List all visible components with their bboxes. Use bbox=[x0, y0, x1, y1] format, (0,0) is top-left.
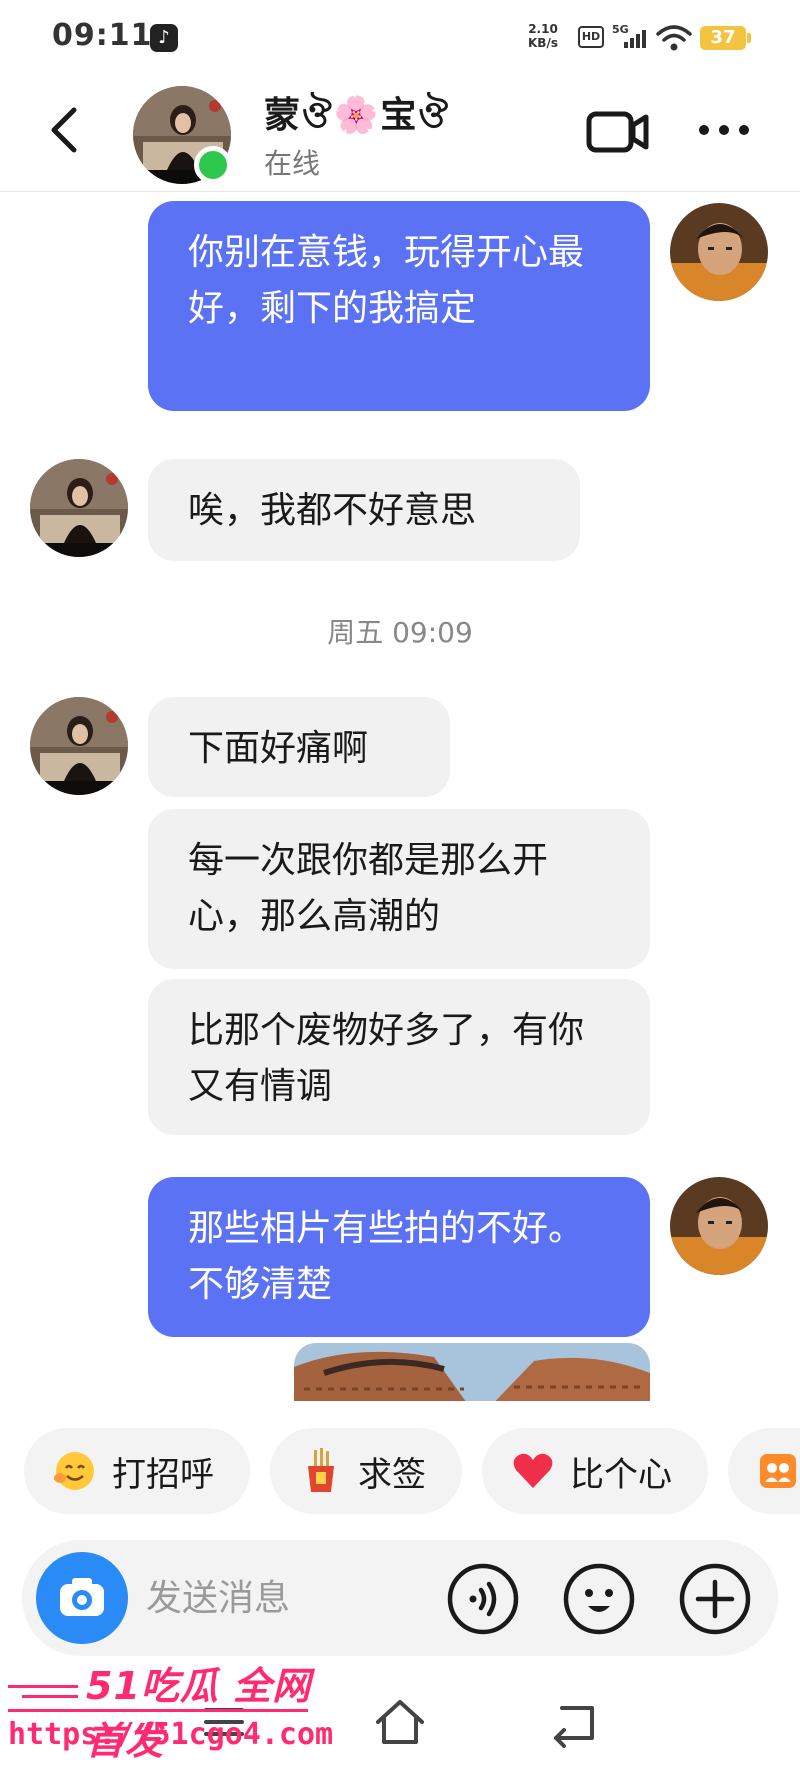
heart-icon bbox=[513, 1453, 553, 1488]
signal-5g-icon: 5G bbox=[612, 23, 646, 48]
watermark: 51吃瓜 全网首发 https://51cgo4.com bbox=[0, 1655, 340, 1778]
quick-reply-fortune[interactable]: 求签 bbox=[270, 1428, 462, 1514]
contact-online-status: 在线 bbox=[264, 147, 321, 180]
incoming-message[interactable]: 下面好痛啊 bbox=[148, 697, 450, 797]
wifi-icon bbox=[656, 25, 692, 51]
message-text: 唉，我都不好意思 bbox=[188, 490, 477, 531]
message-composer bbox=[22, 1540, 778, 1656]
tiktok-notification-icon: ♪ bbox=[150, 24, 178, 52]
add-attachment-button[interactable] bbox=[678, 1562, 752, 1636]
watermark-url: https://51cgo4.com bbox=[8, 1717, 334, 1752]
outgoing-message[interactable]: 你别在意钱，玩得开心最好，剩下的我搞定 bbox=[148, 201, 650, 411]
chat-header: 蒙ঔ🌸宝ঔ 在线 bbox=[0, 72, 800, 192]
home-icon[interactable] bbox=[372, 1694, 428, 1750]
online-status-dot bbox=[194, 146, 232, 184]
battery-indicator: 37 bbox=[700, 26, 751, 50]
quick-reply-bar[interactable]: 打招呼 求签 比个心 bbox=[0, 1428, 800, 1514]
svg-text:5G: 5G bbox=[612, 23, 629, 36]
back-nav-icon[interactable] bbox=[548, 1694, 604, 1750]
hd-voice-icon: HD bbox=[578, 26, 604, 48]
network-speed: 2.10 KB/s bbox=[528, 22, 558, 50]
my-avatar[interactable] bbox=[670, 203, 768, 301]
incoming-message[interactable]: 每一次跟你都是那么开心，那么高潮的 bbox=[148, 809, 650, 969]
photo-message-thumbnail[interactable] bbox=[294, 1343, 650, 1401]
message-text: 比那个废物好多了，有你又有情调 bbox=[188, 1010, 585, 1107]
incoming-message[interactable]: 比那个废物好多了，有你又有情调 bbox=[148, 979, 650, 1135]
quick-reply-heart[interactable]: 比个心 bbox=[482, 1428, 708, 1514]
more-options-icon[interactable] bbox=[694, 120, 754, 140]
time-divider: 周五 09:09 bbox=[327, 616, 473, 649]
outgoing-message[interactable]: 那些相片有些拍的不好。不够清楚 bbox=[148, 1177, 650, 1337]
smiley-wave-icon bbox=[54, 1452, 94, 1490]
incoming-message[interactable]: 唉，我都不好意思 bbox=[148, 459, 580, 561]
message-text: 下面好痛啊 bbox=[188, 728, 369, 769]
message-text: 那些相片有些拍的不好。不够清楚 bbox=[188, 1208, 585, 1305]
message-text: 每一次跟你都是那么开心，那么高潮的 bbox=[188, 840, 549, 937]
message-input[interactable] bbox=[146, 1570, 446, 1626]
chip-label: 求签 bbox=[358, 1454, 426, 1495]
back-arrow-icon[interactable] bbox=[40, 102, 90, 158]
quick-reply-photo[interactable] bbox=[728, 1428, 800, 1514]
emoji-button[interactable] bbox=[562, 1562, 636, 1636]
message-list[interactable]: 你别在意钱，玩得开心最好，剩下的我搞定 唉，我都不好意思 周五 09:09 下面… bbox=[0, 193, 800, 1401]
camera-button[interactable] bbox=[36, 1552, 128, 1644]
status-time: 09:11 bbox=[52, 18, 153, 53]
group-photo-icon bbox=[760, 1454, 796, 1488]
fortune-stick-icon bbox=[308, 1448, 334, 1492]
chip-label: 比个心 bbox=[570, 1454, 672, 1495]
video-call-icon[interactable] bbox=[586, 110, 650, 154]
contact-message-avatar[interactable] bbox=[30, 459, 128, 557]
voice-message-button[interactable] bbox=[446, 1562, 520, 1636]
contact-name: 蒙ঔ🌸宝ঔ bbox=[264, 95, 450, 136]
my-avatar[interactable] bbox=[670, 1177, 768, 1275]
message-text: 你别在意钱，玩得开心最好，剩下的我搞定 bbox=[188, 232, 585, 329]
contact-message-avatar[interactable] bbox=[30, 697, 128, 795]
status-bar: 09:11 ♪ 2.10 KB/s HD 5G 37 bbox=[0, 0, 800, 72]
quick-reply-greet[interactable]: 打招呼 bbox=[24, 1428, 250, 1514]
camera-icon bbox=[60, 1578, 104, 1616]
chip-label: 打招呼 bbox=[112, 1454, 214, 1495]
